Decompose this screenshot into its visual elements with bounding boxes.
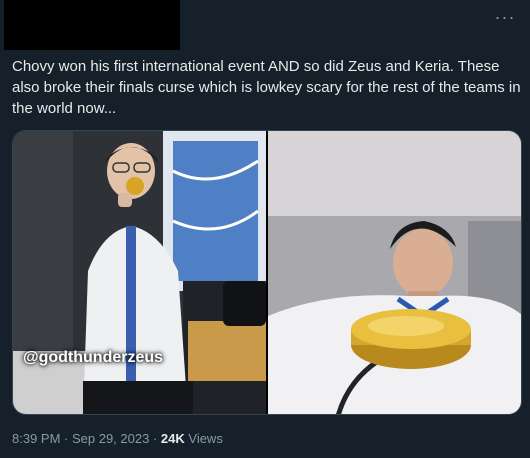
meta-separator: · <box>60 431 72 446</box>
photo-right[interactable] <box>268 131 521 414</box>
tweet-text: Chovy won his first international event … <box>12 58 521 117</box>
photo-left-image <box>13 131 266 414</box>
meta-separator: · <box>149 431 161 446</box>
photo-watermark: @godthunderzeus <box>23 349 164 366</box>
tweet-meta: 8:39 PM · Sep 29, 2023 · 24K Views <box>12 431 223 446</box>
views-count[interactable]: 24K <box>161 431 185 446</box>
views-label: Views <box>184 431 223 446</box>
redacted-author-block <box>4 0 180 50</box>
tweet-card: ··· Chovy won his first international ev… <box>0 0 530 458</box>
photo-right-image <box>268 131 521 414</box>
more-options-icon[interactable]: ··· <box>488 6 522 28</box>
photo-left[interactable]: @godthunderzeus <box>13 131 266 414</box>
tweet-date[interactable]: Sep 29, 2023 <box>72 431 149 446</box>
media-grid: @godthunderzeus <box>12 130 522 415</box>
tweet-time[interactable]: 8:39 PM <box>12 431 60 446</box>
